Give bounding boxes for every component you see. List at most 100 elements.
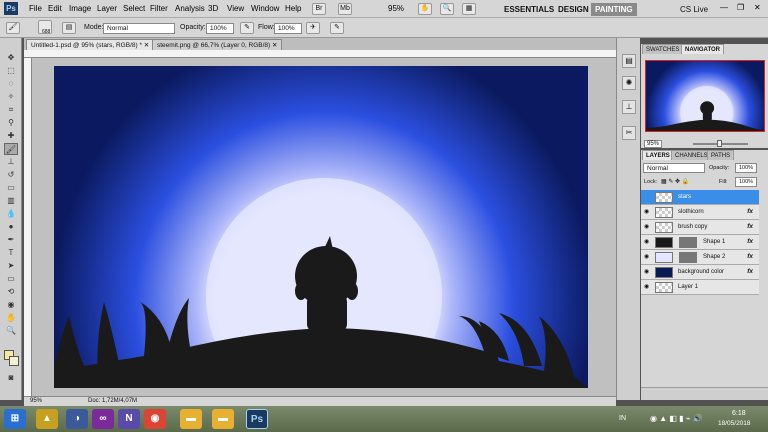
- zoom-tool-icon[interactable]: 🔍: [440, 3, 454, 15]
- fx-icon[interactable]: fx: [747, 223, 753, 230]
- workspace-essentials[interactable]: ESSENTIALS: [500, 3, 558, 16]
- layer-row[interactable]: ◉ slothicorn fx: [641, 205, 759, 220]
- type-tool-icon[interactable]: T: [4, 247, 18, 259]
- tab-channels[interactable]: CHANNELS: [671, 150, 712, 160]
- tab-paths[interactable]: PATHS: [707, 150, 735, 160]
- marquee-tool-icon[interactable]: ⬚: [4, 65, 18, 77]
- layer-opacity-field[interactable]: 100%: [735, 163, 757, 173]
- folder-icon[interactable]: ▬: [212, 409, 234, 429]
- fill-field[interactable]: 100%: [735, 177, 757, 187]
- menu-3d[interactable]: 3D: [208, 4, 218, 13]
- minibridge-icon[interactable]: Mb: [338, 3, 352, 15]
- hand-tool-icon[interactable]: ✋: [4, 312, 18, 324]
- layer-row[interactable]: ◉ Shape 2 fx: [641, 250, 759, 265]
- app-icon[interactable]: ◑: [66, 409, 88, 429]
- visibility-eye-icon[interactable]: [644, 194, 651, 200]
- path-select-tool-icon[interactable]: ➤: [4, 260, 18, 272]
- navigator-zoom-thumb[interactable]: [717, 140, 722, 147]
- workspace-design[interactable]: DESIGN: [554, 3, 593, 16]
- visibility-eye-icon[interactable]: ◉: [644, 284, 651, 290]
- layer-row[interactable]: ◉ Shape 1 fx: [641, 235, 759, 250]
- navigator-preview[interactable]: [645, 60, 765, 132]
- shape-tool-icon[interactable]: ▭: [4, 273, 18, 285]
- bridge-icon[interactable]: Br: [312, 3, 326, 15]
- layer-row[interactable]: ◉ Layer 1: [641, 280, 759, 295]
- menu-window[interactable]: Window: [251, 4, 279, 13]
- tray-icons[interactable]: ◉ ▲ ◧ ▮ ⌁ 🔊: [650, 414, 703, 423]
- window-restore-icon[interactable]: ❐: [737, 3, 744, 12]
- mode-select[interactable]: Normal: [103, 23, 175, 34]
- tab-untitled-1[interactable]: Untitled-1.psd @ 95% (stars, RGB/8) * ✕: [26, 39, 155, 50]
- flow-field[interactable]: 100%: [274, 23, 302, 34]
- layer-row[interactable]: ◉ background color fx: [641, 265, 759, 280]
- tab-swatches[interactable]: SWATCHES: [642, 44, 684, 54]
- lasso-tool-icon[interactable]: ◌: [4, 78, 18, 90]
- history-brush-tool-icon[interactable]: ↺: [4, 169, 18, 181]
- tool-presets-icon[interactable]: ✂: [622, 126, 636, 140]
- start-button-icon[interactable]: ⊞: [4, 409, 26, 429]
- brush-panel-icon[interactable]: ▤: [62, 22, 76, 34]
- opacity-field[interactable]: 100%: [206, 23, 234, 34]
- 3d-camera-tool-icon[interactable]: ◉: [4, 299, 18, 311]
- blend-mode-select[interactable]: Normal: [643, 163, 705, 173]
- clock-time[interactable]: 6:18: [732, 410, 746, 417]
- 3d-rotate-tool-icon[interactable]: ⟲: [4, 286, 18, 298]
- move-tool-icon[interactable]: ✥: [4, 52, 18, 64]
- window-close-icon[interactable]: ✕: [754, 3, 761, 12]
- fx-icon[interactable]: fx: [747, 253, 753, 260]
- zoom-tool-icon[interactable]: 🔍: [4, 325, 18, 337]
- lock-icons[interactable]: ▦ ✎ ✥ 🔒: [661, 178, 689, 185]
- visibility-eye-icon[interactable]: ◉: [644, 209, 651, 215]
- visibility-eye-icon[interactable]: ◉: [644, 239, 651, 245]
- menu-select[interactable]: Select: [123, 4, 145, 13]
- avast-app-icon[interactable]: ▲: [36, 409, 58, 429]
- status-zoom[interactable]: 95%: [30, 398, 42, 404]
- crop-tool-icon[interactable]: ⌗: [4, 104, 18, 116]
- file-explorer-icon[interactable]: ▬: [180, 409, 202, 429]
- layer-row[interactable]: stars: [641, 190, 759, 205]
- fx-icon[interactable]: fx: [747, 238, 753, 245]
- menu-image[interactable]: Image: [69, 4, 91, 13]
- visibility-eye-icon[interactable]: ◉: [644, 269, 651, 275]
- chrome-icon[interactable]: ◉: [144, 409, 166, 429]
- healing-tool-icon[interactable]: ✚: [4, 130, 18, 142]
- airbrush-icon[interactable]: ✈: [306, 22, 320, 34]
- blur-tool-icon[interactable]: 💧: [4, 208, 18, 220]
- stamp-tool-icon[interactable]: ⊥: [4, 156, 18, 168]
- arrange-icon[interactable]: ▦: [462, 3, 476, 15]
- menu-layer[interactable]: Layer: [97, 4, 117, 13]
- background-color-swatch[interactable]: [9, 356, 19, 366]
- visibility-eye-icon[interactable]: ◉: [644, 254, 651, 260]
- photoshop-taskbar-icon[interactable]: Ps: [246, 409, 268, 429]
- pressure-opacity-icon[interactable]: ✎: [240, 22, 254, 34]
- tab-layers[interactable]: LAYERS: [642, 150, 674, 160]
- eyedropper-tool-icon[interactable]: ⚲: [4, 117, 18, 129]
- hand-tool-icon[interactable]: ✋: [418, 3, 432, 15]
- input-language[interactable]: IN: [619, 415, 626, 422]
- quick-select-tool-icon[interactable]: ✧: [4, 91, 18, 103]
- fx-icon[interactable]: fx: [747, 268, 753, 275]
- quick-mask-icon[interactable]: ◙: [4, 372, 18, 384]
- brush-tool-icon[interactable]: 🖌: [4, 143, 18, 155]
- gradient-tool-icon[interactable]: ▥: [4, 195, 18, 207]
- menu-file[interactable]: File: [29, 4, 42, 13]
- document-canvas[interactable]: [54, 66, 588, 388]
- history-panel-icon[interactable]: ▤: [622, 54, 636, 68]
- menu-edit[interactable]: Edit: [48, 4, 62, 13]
- visibility-eye-icon[interactable]: ◉: [644, 224, 651, 230]
- zoom-level[interactable]: 95%: [388, 4, 404, 13]
- clone-source-icon[interactable]: ⊥: [622, 100, 636, 114]
- brush-presets-icon[interactable]: ✺: [622, 76, 636, 90]
- tab-steemit[interactable]: steemit.png @ 66,7% (Layer 0, RGB/8) ✕: [152, 39, 283, 50]
- onenote-icon[interactable]: N: [118, 409, 140, 429]
- pressure-size-icon[interactable]: ✎: [330, 22, 344, 34]
- window-minimize-icon[interactable]: —: [720, 3, 728, 12]
- brush-preset-icon[interactable]: 🖌: [6, 22, 20, 34]
- menu-view[interactable]: View: [227, 4, 244, 13]
- menu-filter[interactable]: Filter: [150, 4, 168, 13]
- layer-row[interactable]: ◉ brush copy fx: [641, 220, 759, 235]
- menu-help[interactable]: Help: [285, 4, 301, 13]
- fx-icon[interactable]: fx: [747, 208, 753, 215]
- tab-navigator[interactable]: NAVIGATOR: [681, 44, 725, 54]
- workspace-painting[interactable]: PAINTING: [591, 3, 637, 16]
